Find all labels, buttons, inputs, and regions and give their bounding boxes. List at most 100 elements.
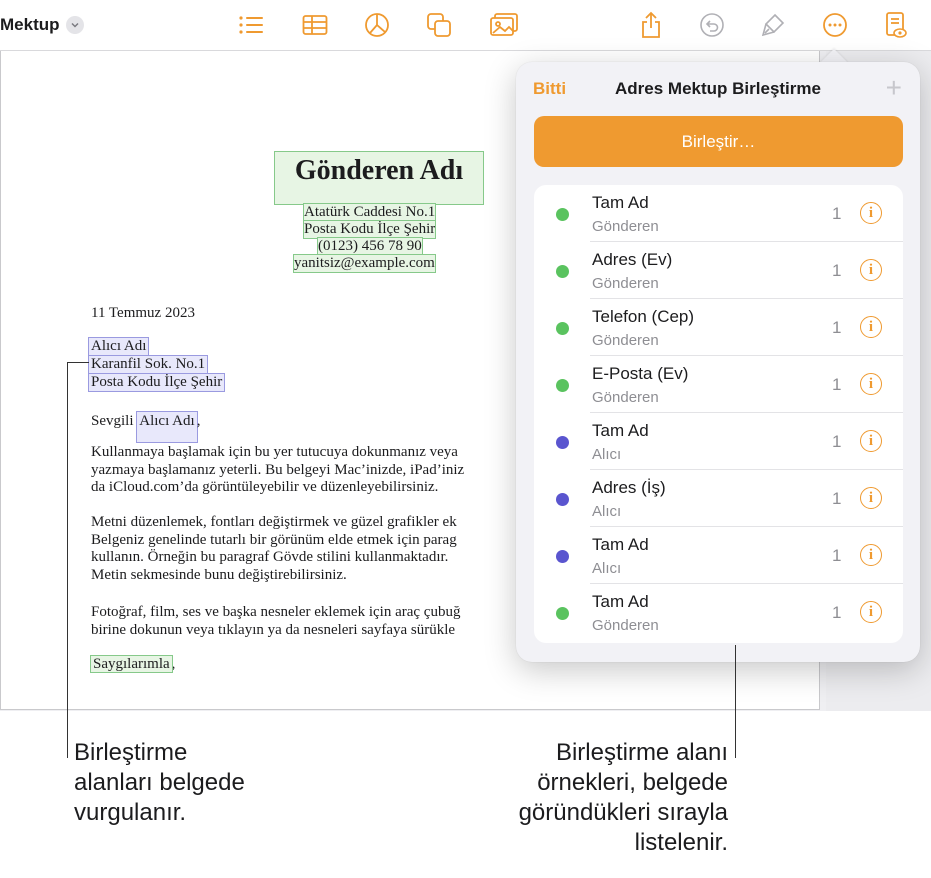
closing-suffix: , <box>171 656 176 672</box>
mail-merge-panel: Adres Mektup Birleştirme Bitti + Birleşt… <box>516 62 920 662</box>
merge-field-sender-email[interactable]: yanitsiz@example.com <box>293 254 436 273</box>
salutation-prefix: Sevgili <box>91 413 138 429</box>
field-name: E-Posta (Ev) <box>592 364 689 383</box>
sender-dot-icon <box>556 607 569 620</box>
table-icon[interactable] <box>300 10 330 40</box>
list-item[interactable]: Adres (İş) Alıcı 1 i <box>534 470 903 527</box>
merge-field-recipient-name[interactable]: Alıcı Adı <box>87 337 150 356</box>
format-brush-icon[interactable] <box>758 10 788 40</box>
callout-line-text: örnekleri, belgede <box>537 769 728 796</box>
field-count: 1 <box>832 603 842 622</box>
recipient-dot-icon <box>556 550 569 563</box>
text-line: da iCloud.com’da görüntüleyebilir ve düz… <box>91 479 439 495</box>
body-paragraph[interactable]: Metni düzenlemek, fontları değiştirmek v… <box>91 514 457 584</box>
info-icon[interactable]: i <box>860 316 882 338</box>
media-icon[interactable] <box>489 10 519 40</box>
callout-line-text: Birleştirme alanı <box>555 739 728 766</box>
field-count: 1 <box>832 261 842 280</box>
field-name: Tam Ad <box>592 592 649 611</box>
info-icon[interactable]: i <box>860 601 882 623</box>
list-icon[interactable] <box>236 10 266 40</box>
more-icon[interactable] <box>820 10 850 40</box>
merge-field-sender-address[interactable]: Posta Kodu İlçe Şehir <box>302 220 437 239</box>
merge-button[interactable]: Birleştir… <box>534 116 903 167</box>
callout-right: Birleştirme alanı örnekleri, belgede gör… <box>519 738 728 858</box>
callout-leader-line <box>735 645 736 758</box>
salutation-suffix: , <box>196 413 201 429</box>
info-icon[interactable]: i <box>860 202 882 224</box>
field-count: 1 <box>832 204 842 223</box>
text-line: Metni düzenlemek, fontları değiştirmek v… <box>91 514 457 530</box>
field-count: 1 <box>832 546 842 565</box>
text-line: kullanın. Örneğin bu paragraf Gövde stil… <box>91 549 449 565</box>
body-paragraph[interactable]: Fotoğraf, film, ses ve başka nesneler ek… <box>91 604 460 639</box>
field-source: Gönderen <box>592 389 659 406</box>
info-icon[interactable]: i <box>860 430 882 452</box>
sender-dot-icon <box>556 208 569 221</box>
reading-view-icon[interactable] <box>881 10 911 40</box>
merge-field-sender-address[interactable]: Atatürk Caddesi No.1 <box>302 203 437 222</box>
toolbar: Mektup <box>0 0 931 51</box>
field-count: 1 <box>832 375 842 394</box>
list-item[interactable]: E-Posta (Ev) Gönderen 1 i <box>534 356 903 413</box>
field-source: Alıcı <box>592 503 622 520</box>
info-icon[interactable]: i <box>860 544 882 566</box>
field-name: Adres (İş) <box>592 478 666 497</box>
document-title[interactable]: Mektup <box>0 15 60 35</box>
callout-line-text: göründükleri sırayla <box>518 799 728 826</box>
shapes-icon[interactable] <box>424 10 454 40</box>
chart-icon[interactable] <box>362 10 392 40</box>
field-name: Adres (Ev) <box>592 250 673 269</box>
recipient-dot-icon <box>556 436 569 449</box>
text-line: Fotoğraf, film, ses ve başka nesneler ek… <box>91 604 461 620</box>
text-line: birine dokunun veya tıklayın ya da nesne… <box>91 621 456 638</box>
text-line: yazmaya başlamanız yeterli. Bu belgeyi M… <box>91 461 465 478</box>
field-name: Tam Ad <box>592 535 649 554</box>
text-line: Metin sekmesinde bunu değiştirebilirsini… <box>91 566 347 583</box>
add-field-button[interactable]: + <box>886 72 902 104</box>
body-paragraph[interactable]: Kullanmaya başlamak için bu yer tutucuya… <box>91 444 464 497</box>
field-count: 1 <box>832 432 842 451</box>
panel-title: Adres Mektup Birleştirme <box>615 79 821 98</box>
list-item[interactable]: Tam Ad Alıcı 1 i <box>534 413 903 470</box>
letter-date: 11 Temmuz 2023 <box>91 305 195 321</box>
undo-icon[interactable] <box>697 10 727 40</box>
field-source: Gönderen <box>592 617 659 634</box>
text-line: Kullanmaya başlamak için bu yer tutucuya… <box>91 444 458 460</box>
field-name: Tam Ad <box>592 193 649 212</box>
field-source: Gönderen <box>592 218 659 235</box>
merge-field-closing[interactable]: Saygılarımla <box>90 655 173 673</box>
callout-line-text: vurgulanır. <box>74 799 187 826</box>
field-name: Telefon (Cep) <box>592 307 695 326</box>
merge-field-recipient-address[interactable]: Karanfil Sok. No.1 <box>87 355 209 374</box>
merge-field-sender-phone[interactable]: (0123) 456 78 90 <box>317 237 423 256</box>
callout-leader-line <box>67 362 68 758</box>
info-icon[interactable]: i <box>860 259 882 281</box>
field-count: 1 <box>832 318 842 337</box>
field-name: Tam Ad <box>592 421 649 440</box>
list-item[interactable]: Adres (Ev) Gönderen 1 i <box>534 242 903 299</box>
done-button[interactable]: Bitti <box>533 79 566 99</box>
list-item[interactable]: Telefon (Cep) Gönderen 1 i <box>534 299 903 356</box>
field-source: Gönderen <box>592 332 659 349</box>
list-item[interactable]: Tam Ad Alıcı 1 i <box>534 527 903 584</box>
field-count: 1 <box>832 489 842 508</box>
info-icon[interactable]: i <box>860 487 882 509</box>
merge-field-list: Tam Ad Gönderen 1 i Adres (Ev) Gönderen … <box>534 185 903 643</box>
sender-dot-icon <box>556 322 569 335</box>
info-icon[interactable]: i <box>860 373 882 395</box>
callout-line-text: alanları belgede <box>74 769 245 796</box>
callout-leader-line <box>67 362 89 363</box>
merge-field-recipient-name[interactable]: Alıcı Adı <box>136 411 198 443</box>
merge-field-sender-name[interactable]: Gönderen Adı <box>274 151 484 205</box>
chevron-down-icon[interactable] <box>66 16 84 34</box>
list-item[interactable]: Tam Ad Gönderen 1 i <box>534 185 903 242</box>
list-item[interactable]: Tam Ad Gönderen 1 i <box>534 584 903 641</box>
text-line: Belgeniz genelinde tutarlı bir görünüm e… <box>91 531 457 548</box>
merge-field-recipient-address[interactable]: Posta Kodu İlçe Şehir <box>87 373 226 392</box>
field-source: Alıcı <box>592 446 622 463</box>
callout-line-text: Birleştirme <box>74 739 188 766</box>
closing: Saygılarımla, <box>90 654 176 674</box>
share-icon[interactable] <box>636 10 666 40</box>
sender-dot-icon <box>556 379 569 392</box>
